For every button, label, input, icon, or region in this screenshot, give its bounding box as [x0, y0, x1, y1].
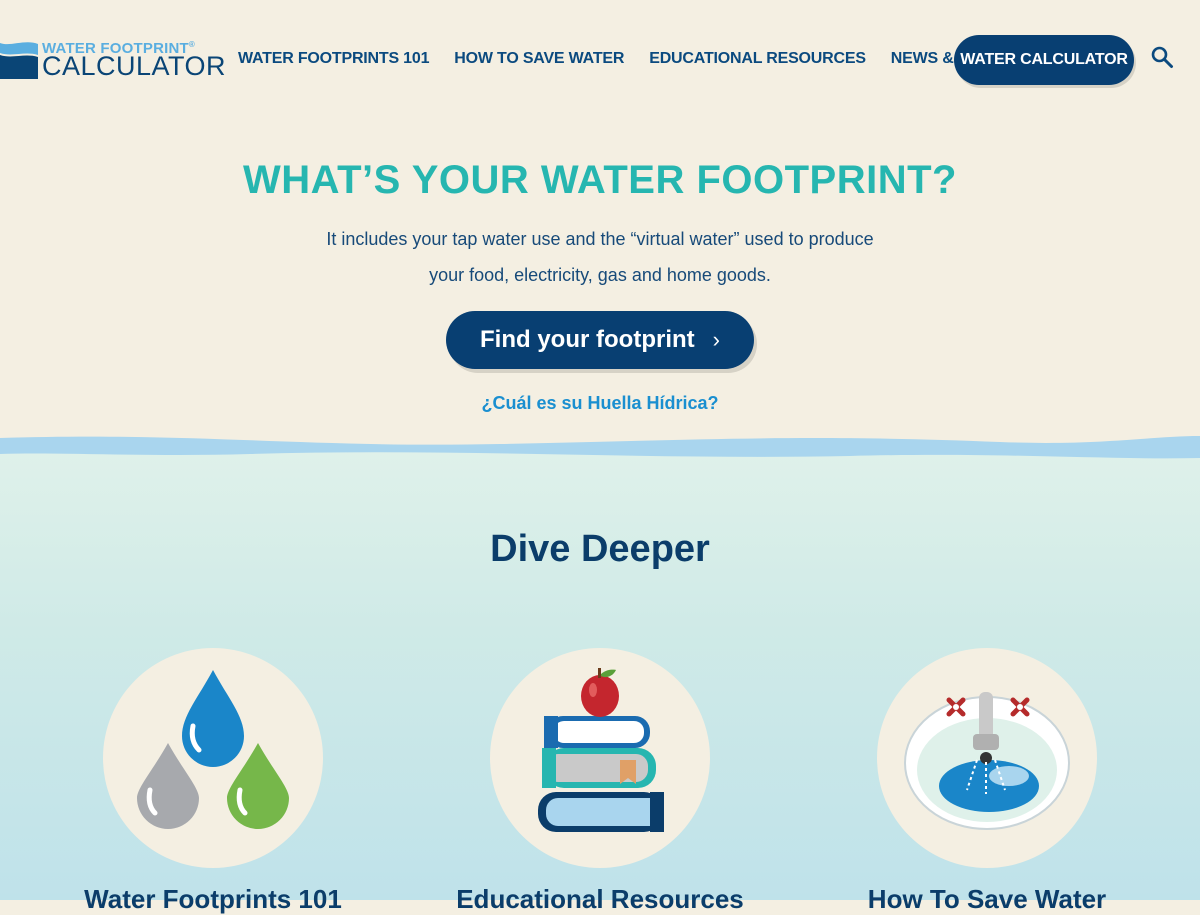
nav-educational-resources[interactable]: EDUCATIONAL RESOURCES	[649, 50, 866, 68]
hero-subtitle-line-1: It includes your tap water use and the “…	[326, 229, 874, 249]
water-drops-icon	[137, 670, 289, 829]
site-logo[interactable]: WATER FOOTPRINT® CALCULATOR	[0, 40, 227, 82]
dive-deeper-title: Dive Deeper	[490, 528, 710, 570]
spanish-link[interactable]: ¿Cuál es su Huella Hídrica?	[0, 393, 1200, 414]
hero-title: WHAT’S YOUR WATER FOOTPRINT?	[243, 158, 957, 202]
chevron-right-icon: ›	[712, 327, 720, 352]
nav-how-to-save-water[interactable]: HOW TO SAVE WATER	[454, 50, 624, 68]
hero-subtitle-line-2: your food, electricity, gas and home goo…	[429, 265, 771, 285]
logo-bottom-text: CALCULATOR	[42, 51, 227, 81]
find-footprint-label: Find your footprint	[480, 326, 695, 353]
logo-mark-icon	[0, 42, 38, 79]
search-icon[interactable]	[1150, 45, 1174, 69]
nav-water-footprints-101[interactable]: WATER FOOTPRINTS 101	[238, 50, 429, 68]
wave-divider	[0, 436, 1200, 459]
main-nav: WATER FOOTPRINTS 101 HOW TO SAVE WATER E…	[238, 50, 1061, 68]
books-apple-icon	[538, 668, 664, 832]
site-header: WATER FOOTPRINT® CALCULATOR WATER FOOTPR…	[0, 0, 1200, 120]
water-calculator-button[interactable]: WATER CALCULATOR	[954, 35, 1134, 85]
hero-subtitle: It includes your tap water use and the “…	[300, 221, 900, 293]
sink-faucet-icon	[904, 692, 1070, 830]
find-footprint-button[interactable]: Find your footprint ›	[446, 311, 754, 369]
